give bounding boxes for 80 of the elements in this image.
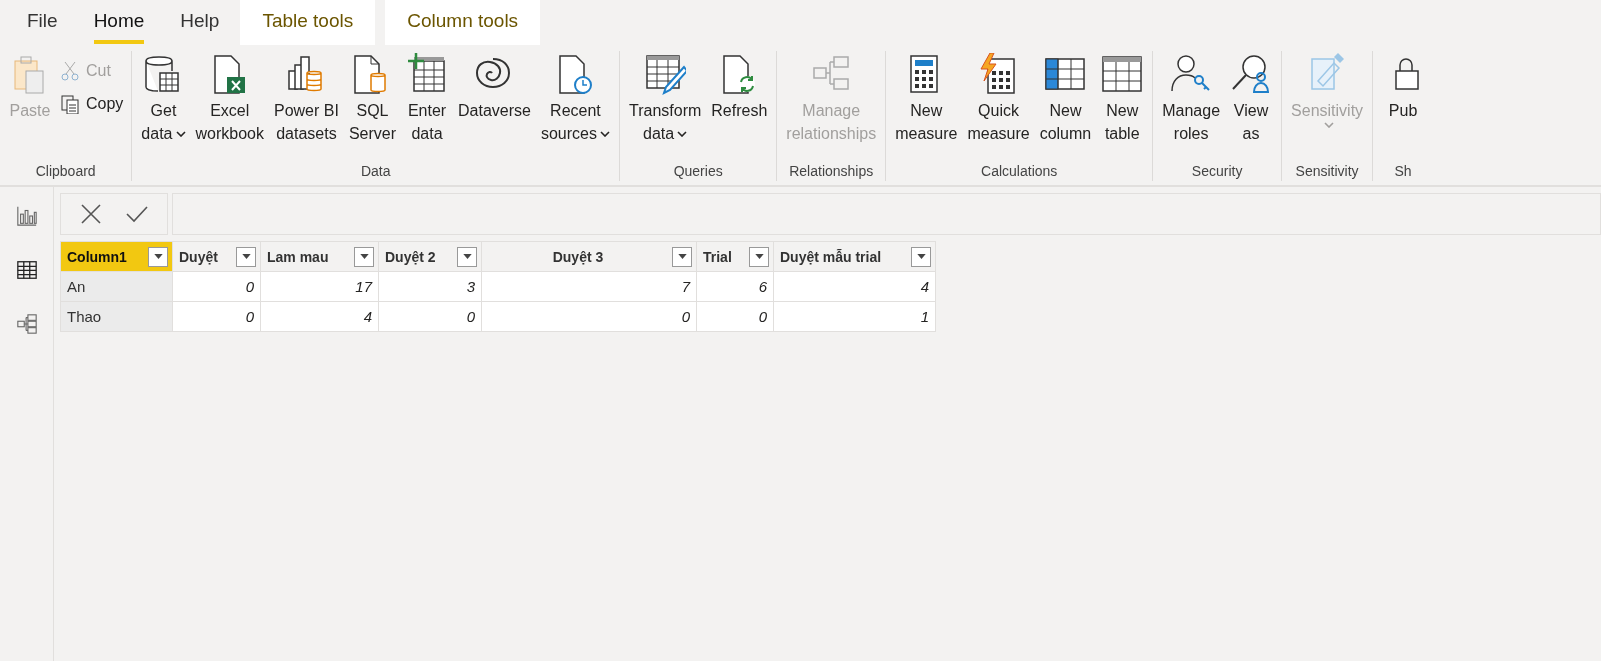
table-cell: 0 — [172, 301, 261, 332]
ribbon-button[interactable]: Manage roles — [1157, 51, 1226, 147]
table-cell: 0 — [481, 301, 697, 332]
column-header[interactable]: Lam mau — [260, 241, 379, 272]
triangle-down-icon — [677, 254, 687, 259]
ribbon-button[interactable]: Excel workbook — [190, 51, 269, 147]
triangle-down-icon — [916, 254, 926, 259]
ribbon-tab[interactable]: Home — [78, 0, 160, 45]
group-label: Clipboard — [34, 163, 97, 181]
ribbon-button[interactable]: Pub — [1377, 51, 1430, 124]
triangle-down-icon — [241, 254, 251, 259]
group-label: Security — [1190, 163, 1244, 181]
ribbon-tab[interactable]: Table tools — [240, 0, 376, 45]
copy-icon — [60, 93, 80, 114]
table-cell: Thao — [60, 301, 173, 332]
filter-dropdown-button[interactable] — [749, 246, 769, 267]
group-label: Calculations — [980, 163, 1059, 181]
triangle-down-icon — [462, 254, 472, 259]
table-pencil-icon — [644, 53, 687, 95]
ribbon-button[interactable]: New column — [1034, 51, 1097, 147]
table-cell: 17 — [260, 271, 379, 302]
filter-dropdown-button[interactable] — [457, 246, 477, 267]
filter-dropdown-button[interactable] — [236, 246, 256, 267]
ribbon-button[interactable]: View as — [1225, 51, 1278, 147]
model-view-icon[interactable] — [15, 313, 38, 335]
ribbon-button[interactable]: Refresh — [706, 51, 773, 124]
triangle-down-icon — [359, 254, 369, 259]
column-label: Lam mau — [267, 248, 330, 265]
ribbon-button[interactable]: New table — [1096, 51, 1149, 147]
table-cell: 4 — [773, 271, 936, 302]
group-label: Relationships — [788, 163, 875, 181]
table-cell: 0 — [378, 301, 482, 332]
filter-dropdown-button[interactable] — [672, 246, 692, 267]
column-label: Duyệt 2 — [385, 248, 437, 265]
table-cell: 1 — [773, 301, 936, 332]
close-icon[interactable] — [79, 202, 103, 226]
ribbon-button[interactable]: Get data — [136, 51, 191, 147]
ribbon-button[interactable]: Quick measure — [962, 51, 1035, 147]
ribbon-button[interactable]: Enter data — [401, 51, 454, 147]
ribbon-button[interactable]: SQL Server — [343, 51, 402, 147]
ribbon-button[interactable]: Transform data — [624, 51, 707, 147]
column-label: Duyệt — [179, 248, 219, 265]
group-label: Sensitivity — [1294, 163, 1360, 181]
column-label: Trial — [703, 248, 733, 265]
report-view-icon[interactable] — [15, 205, 38, 227]
column-header[interactable]: Duyệt — [172, 241, 261, 272]
column-header[interactable]: Column1 — [60, 241, 173, 272]
column-header[interactable]: Trial — [696, 241, 774, 272]
ribbon-button[interactable]: New measure — [890, 51, 963, 147]
triangle-down-icon — [754, 254, 764, 259]
column-label: Duyệt 3 — [551, 248, 605, 265]
group-label: Data — [359, 163, 392, 181]
column-label: Duyệt mẫu trial — [780, 248, 883, 265]
table-cell: 0 — [172, 271, 261, 302]
ribbon-button[interactable]: Power BI datasets — [269, 51, 344, 147]
table-cell: 6 — [696, 271, 774, 302]
ribbon-tab[interactable]: File — [12, 0, 73, 45]
triangle-down-icon — [153, 254, 163, 259]
group-label: Sh — [1393, 163, 1413, 181]
column-header[interactable]: Duyệt mẫu trial — [773, 241, 936, 272]
column-label: Column1 — [67, 248, 128, 265]
table-cell: An — [60, 271, 173, 302]
filter-dropdown-button[interactable] — [354, 246, 374, 267]
ribbon-tab[interactable]: Column tools — [385, 0, 541, 45]
ribbon-button[interactable]: Dataverse — [453, 51, 536, 124]
table-view-icon[interactable] — [15, 259, 38, 281]
group-label: Queries — [672, 163, 724, 181]
filter-dropdown-button[interactable] — [911, 246, 931, 267]
column-header[interactable]: Duyệt 2 — [378, 241, 482, 272]
filter-dropdown-button[interactable] — [148, 246, 168, 267]
ribbon-button[interactable]: Copy — [56, 90, 128, 117]
table-cell: 7 — [481, 271, 697, 302]
column-header[interactable]: Duyệt 3 — [481, 241, 697, 272]
table-icon — [1101, 53, 1144, 95]
ribbon-button[interactable]: Recent sources — [535, 51, 615, 147]
scissors-icon — [60, 60, 80, 81]
ribbon-tab[interactable]: Help — [165, 0, 235, 45]
table-cell: 0 — [696, 301, 774, 332]
table-cell: 3 — [378, 271, 482, 302]
table-cell: 4 — [260, 301, 379, 332]
